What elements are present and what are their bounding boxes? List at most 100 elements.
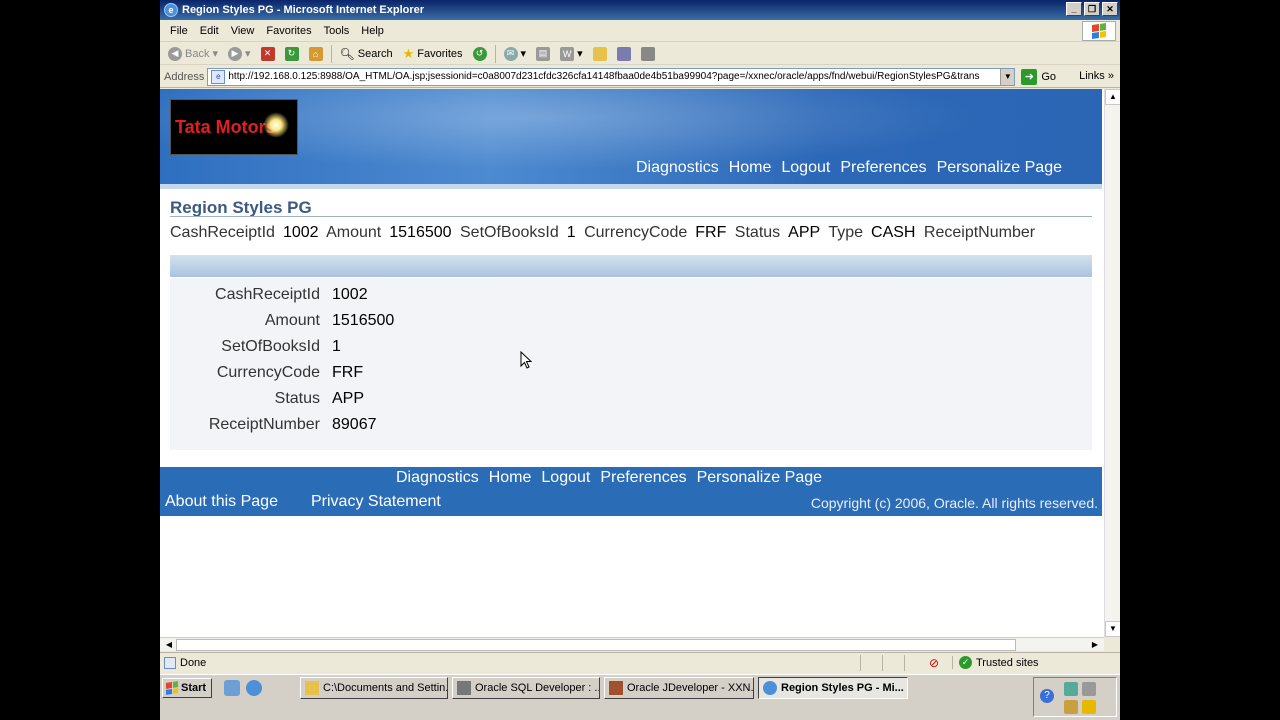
scroll-up-button[interactable]: ▲ [1105, 89, 1120, 105]
window-titlebar[interactable]: e Region Styles PG - Microsoft Internet … [160, 0, 1120, 20]
windows-logo-icon [166, 681, 178, 695]
home-button[interactable]: ⌂ [305, 44, 327, 64]
nav-personalize-page[interactable]: Personalize Page [937, 159, 1062, 177]
messenger-icon [616, 46, 631, 61]
footer-nav-diagnostics[interactable]: Diagnostics [396, 469, 479, 487]
menu-view[interactable]: View [225, 25, 261, 37]
tray-printer-icon[interactable] [1064, 700, 1078, 714]
zone-label: Trusted sites [976, 656, 1039, 669]
field-cashreceiptid: CashReceiptId 1002 [180, 286, 650, 308]
inline-label-amount: Amount [326, 224, 382, 241]
global-nav: Diagnostics Home Logout Preferences Pers… [636, 159, 1062, 177]
address-url: http://192.168.0.125:8988/OA_HTML/OA.jsp… [228, 71, 980, 82]
folder-button[interactable] [589, 44, 611, 64]
go-label: Go [1041, 70, 1057, 83]
favorites-button[interactable]: ★ Favorites [399, 44, 467, 64]
links-button[interactable]: Links » [1079, 70, 1114, 82]
inline-region: CashReceiptId 1002 Amount 1516500 SetOfBoo… [170, 224, 1047, 242]
nav-logout[interactable]: Logout [781, 159, 830, 177]
back-button[interactable]: ◀ Back ▾ [164, 44, 222, 64]
mail-button[interactable]: ✉ ▾ [500, 44, 531, 64]
ie-icon: e [164, 3, 178, 17]
popup-blocked-icon[interactable]: ⊘ [926, 656, 942, 670]
back-label: Back [185, 47, 210, 60]
toolbar-divider [494, 44, 496, 63]
scroll-down-button[interactable]: ▼ [1105, 621, 1120, 637]
field-value: 89067 [332, 416, 377, 433]
menu-edit[interactable]: Edit [194, 25, 225, 37]
mouse-pointer-icon [520, 351, 532, 369]
stop-button[interactable]: ✕ [257, 44, 279, 64]
page-content: Tata Motors Diagnostics Home Logout Pref… [160, 89, 1104, 637]
nav-diagnostics[interactable]: Diagnostics [636, 159, 719, 177]
toolbar-divider [330, 44, 332, 63]
footer-nav-logout[interactable]: Logout [541, 469, 590, 487]
folder-icon [592, 46, 607, 61]
privacy-statement-link[interactable]: Privacy Statement [311, 493, 441, 511]
tray-network-icon[interactable] [1064, 682, 1078, 696]
check-icon: ✓ [959, 656, 972, 669]
research-button[interactable] [637, 44, 659, 64]
address-dropdown-button[interactable]: ▼ [1000, 68, 1015, 85]
window-title: Region Styles PG - Microsoft Internet Ex… [182, 4, 425, 16]
taskbar-item-internet-explorer[interactable]: Region Styles PG - Mi... [758, 677, 908, 699]
start-button[interactable]: Start [162, 678, 212, 698]
messenger-button[interactable] [613, 44, 635, 64]
edit-icon: W [560, 46, 575, 61]
nav-home[interactable]: Home [729, 159, 772, 177]
go-button[interactable]: ➜ Go [1021, 68, 1057, 85]
tray-security-icon[interactable] [1082, 700, 1096, 714]
stop-icon: ✕ [260, 46, 275, 61]
minimize-button[interactable]: _ [1066, 2, 1082, 16]
field-label: CurrencyCode [216, 364, 320, 381]
footer-nav-preferences[interactable]: Preferences [600, 469, 686, 487]
window-controls: _ ❐ ✕ [1066, 2, 1118, 16]
menu-favorites[interactable]: Favorites [260, 25, 317, 37]
taskbar-item-jdeveloper[interactable]: Oracle JDeveloper - XXN... [604, 677, 754, 699]
menu-help[interactable]: Help [355, 25, 390, 37]
refresh-button[interactable]: ↻ [281, 44, 303, 64]
menu-file[interactable]: File [164, 25, 194, 37]
oa-branding-header: Tata Motors Diagnostics Home Logout Pref… [160, 89, 1102, 184]
field-status: Status APP [180, 390, 650, 412]
search-button[interactable]: 🔍︎ Search [336, 44, 397, 64]
edit-button[interactable]: W ▾ [556, 44, 587, 64]
taskbar-item-explorer[interactable]: C:\Documents and Settin... [300, 677, 448, 699]
footer-nav-home[interactable]: Home [489, 469, 532, 487]
jdeveloper-icon [609, 681, 623, 695]
forward-button[interactable]: ▶ ▾ [224, 44, 255, 64]
menu-tools[interactable]: Tools [318, 25, 356, 37]
links-label: Links [1079, 70, 1105, 82]
history-button[interactable]: ↺ [469, 44, 491, 64]
system-tray [1033, 677, 1117, 717]
status-panel [860, 654, 882, 671]
taskbar-item-sql-developer[interactable]: Oracle SQL Developer : ... [452, 677, 600, 699]
task-label: C:\Documents and Settin... [323, 682, 448, 694]
field-value: FRF [332, 364, 364, 381]
field-label: ReceiptNumber [208, 416, 320, 433]
security-zone[interactable]: ✓ Trusted sites [952, 656, 1039, 669]
page-icon [164, 656, 176, 669]
address-input[interactable]: e http://192.168.0.125:8988/OA_HTML/OA.j… [207, 67, 1016, 86]
chevron-down-icon: ▾ [520, 48, 527, 60]
status-text: Done [180, 656, 207, 669]
ie-quicklaunch-icon[interactable] [246, 680, 262, 696]
close-button[interactable]: ✕ [1102, 2, 1118, 16]
maximize-button[interactable]: ❐ [1084, 2, 1100, 16]
field-amount: Amount 1516500 [180, 312, 650, 334]
nav-preferences[interactable]: Preferences [840, 159, 926, 177]
field-label: SetOfBooksId [221, 338, 320, 355]
show-desktop-icon[interactable] [224, 680, 240, 696]
tray-display-icon[interactable] [1082, 682, 1096, 696]
default-single-column-region: CashReceiptId 1002 Amount 1516500 SetOfB… [170, 278, 1092, 450]
about-page-link[interactable]: About this Page [165, 493, 278, 511]
print-button[interactable]: ▤ [532, 44, 554, 64]
scroll-right-button[interactable]: ▶ [1088, 638, 1102, 652]
footer-nav-personalize-page[interactable]: Personalize Page [697, 469, 822, 487]
scroll-thumb[interactable] [176, 639, 1016, 651]
mail-icon: ✉ [503, 46, 518, 61]
scroll-left-button[interactable]: ◀ [162, 638, 176, 652]
vertical-scrollbar[interactable]: ▲ ▼ [1104, 89, 1120, 637]
chevron-down-icon: ▾ [245, 48, 251, 60]
horizontal-scrollbar[interactable]: ◀ ▶ [160, 637, 1104, 651]
